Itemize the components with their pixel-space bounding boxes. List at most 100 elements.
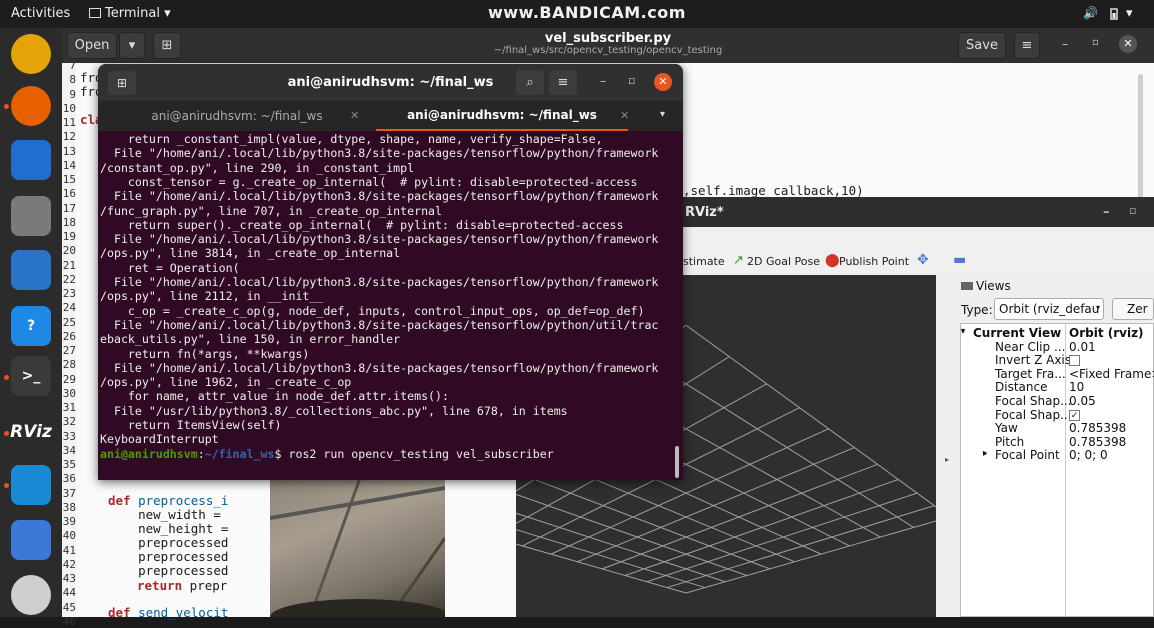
property-name[interactable]: ▾ Current View ▾ [961,326,1061,340]
minimize-icon[interactable]: – [600,74,606,88]
disc-icon[interactable] [11,575,51,615]
files-icon[interactable] [11,196,51,236]
property-value[interactable]: 0.05 [1069,394,1096,408]
chevron-right-icon[interactable]: ▸ [945,455,949,464]
terminal-line: return ItemsView(self) [100,418,282,432]
text-editor-icon[interactable] [11,520,51,560]
code-line-41: preprocessed [108,535,229,550]
tab-1[interactable]: ani@anirudhsvm: ~/final_ws [98,101,376,131]
close-icon[interactable]: ✕ [654,73,672,91]
tab-2[interactable]: ani@anirudhsvm: ~/final_ws [376,101,628,131]
vscode-icon[interactable] [11,465,51,505]
rviz-toolbar: stimate ↗ 2D Goal Pose ⬤ Publish Point ✥… [683,227,1154,275]
property-value[interactable]: 0.785398 [1069,421,1126,435]
thunderbird-icon[interactable] [11,140,51,180]
firefox-icon[interactable] [11,86,51,126]
property-name[interactable]: Focal Shap... [995,394,1072,408]
tabs-menu-chevron-icon[interactable]: ▾ [660,109,665,120]
property-name[interactable]: Pitch [995,435,1024,449]
property-value[interactable]: 10 [1069,380,1084,394]
line-number: 36 [62,472,76,486]
view-type-select[interactable]: Orbit (rviz_defau [994,298,1104,320]
property-checkbox[interactable] [1069,355,1080,367]
maximize-icon[interactable]: ▫ [1129,204,1136,217]
line-number: 33 [62,429,76,443]
help-icon[interactable]: ? [11,306,51,346]
property-name[interactable]: Distance [995,380,1047,394]
property-name[interactable]: Near Clip ... [995,340,1065,354]
tab-2-label: ani@anirudhsvm: ~/final_ws [407,108,597,122]
terminal-line: KeyboardInterrupt [100,432,219,447]
terminal-line: const_tensor = g._create_op_internal( # … [100,174,638,189]
rhythmbox-icon[interactable] [11,34,51,74]
terminal-output[interactable]: return _constant_impl(value, dtype, shap… [98,132,683,480]
line-number: 9 [69,87,76,101]
search-icon[interactable]: ⌕ [516,70,544,95]
terminal-line: File "/home/ani/.local/lib/python3.8/sit… [100,146,659,161]
close-icon[interactable]: ✕ [1119,35,1137,53]
save-button[interactable]: Save [958,32,1006,59]
minimize-icon[interactable]: – [1103,205,1110,220]
add-tool-icon[interactable]: ▬ [953,252,966,268]
hamburger-menu-icon[interactable]: ≡ [1014,32,1040,59]
writer-icon[interactable] [11,250,51,290]
property-name[interactable]: Invert Z Axis [995,353,1071,367]
property-value[interactable]: <Fixed Frame> [1069,367,1154,381]
line-number: 21 [62,258,76,272]
minimize-icon[interactable]: – [1062,37,1068,51]
property-name[interactable]: Target Fra... [995,367,1066,381]
terminal-header: ⊞ ani@anirudhsvm: ~/final_ws ⌕ ≡ – ▫ ✕ [98,64,683,101]
terminal-scrollbar[interactable] [675,446,679,478]
terminal-line: File "/home/ani/.local/lib/python3.8/sit… [100,317,659,332]
terminal-title: ani@anirudhsvm: ~/final_ws [287,75,494,90]
expand-chevron-icon[interactable]: ▸ [983,449,987,458]
activities-button[interactable]: Activities [11,6,70,21]
line-number: 18 [62,215,76,229]
tab-close-icon[interactable]: ✕ [620,109,629,122]
terminal-line: File "/usr/lib/python3.8/_collections_ab… [100,403,568,418]
system-menu-chevron-icon[interactable]: ▾ [1126,6,1133,21]
dock: ? >_ RViz [0,28,62,617]
property-checkbox[interactable]: ✓ [1069,409,1080,421]
property-name[interactable]: Yaw [995,421,1018,435]
property-value[interactable]: Orbit (rviz) [1069,326,1144,340]
expand-chevron-icon[interactable]: ▾ [961,327,965,336]
prompt-command: $ ros2 run opencv_testing vel_subscriber [274,446,554,461]
terminal-line: /ops.py", line 1962, in _create_c_op [100,375,352,390]
top-bar: Activities Terminal ▾ www.BANDICAM.com 🔊… [0,0,1154,28]
terminal-tabs: ani@anirudhsvm: ~/final_ws ✕ ani@anirudh… [98,101,683,131]
grid-line [516,529,706,589]
move-camera-icon[interactable]: ✥ [917,252,929,268]
tool-2d-goal-pose[interactable]: 2D Goal Pose [747,255,820,268]
rviz-icon[interactable]: RViz [10,412,52,452]
hamburger-menu-icon[interactable]: ≡ [549,70,577,95]
maximize-icon[interactable]: ▫ [1092,37,1099,48]
type-label: Type: [961,303,993,317]
terminal-prompt: ani@anirudhsvm:~/final_ws$ ros2 run open… [100,447,554,461]
property-value[interactable]: 0; 0; 0 [1069,448,1108,462]
tool-2d-pose-estimate[interactable]: stimate [683,255,725,268]
property-name[interactable]: Focal Shap... [995,408,1072,422]
property-value[interactable]: 0.785398 [1069,435,1126,449]
tab-close-icon[interactable]: ✕ [350,109,359,122]
terminal-line: for name, attr_value in node_def.attr.it… [100,389,450,404]
code-line-38: def preprocess_i [108,493,228,508]
line-number: 40 [62,529,76,543]
panel-splitter[interactable]: ▸ [936,275,957,617]
code-line-46-text: send_velocit [130,605,229,620]
battery-icon[interactable] [1108,8,1120,20]
line-number: 24 [62,301,76,315]
tool-publish-point[interactable]: Publish Point [839,255,909,268]
maximize-icon[interactable]: ▫ [628,74,635,87]
code-line-42: preprocessed [108,549,229,564]
property-value[interactable]: 0.01 [1069,340,1096,354]
gedit-header: Open ▾ ⊞ vel_subscriber.py ~/final_ws/sr… [62,28,1154,63]
terminal-icon[interactable]: >_ [11,356,51,396]
terminal-line: /func_graph.py", line 707, in _create_op… [100,203,443,218]
volume-icon[interactable]: 🔊 [1083,6,1098,20]
camera-image [270,478,445,617]
terminal-line: /ops.py", line 3814, in _create_op_inter… [100,246,401,261]
zero-button[interactable]: Zer [1112,298,1154,320]
property-name[interactable]: ▸ Focal Point ▸ [983,448,1060,462]
terminal-app-menu[interactable]: Terminal ▾ [89,6,171,21]
